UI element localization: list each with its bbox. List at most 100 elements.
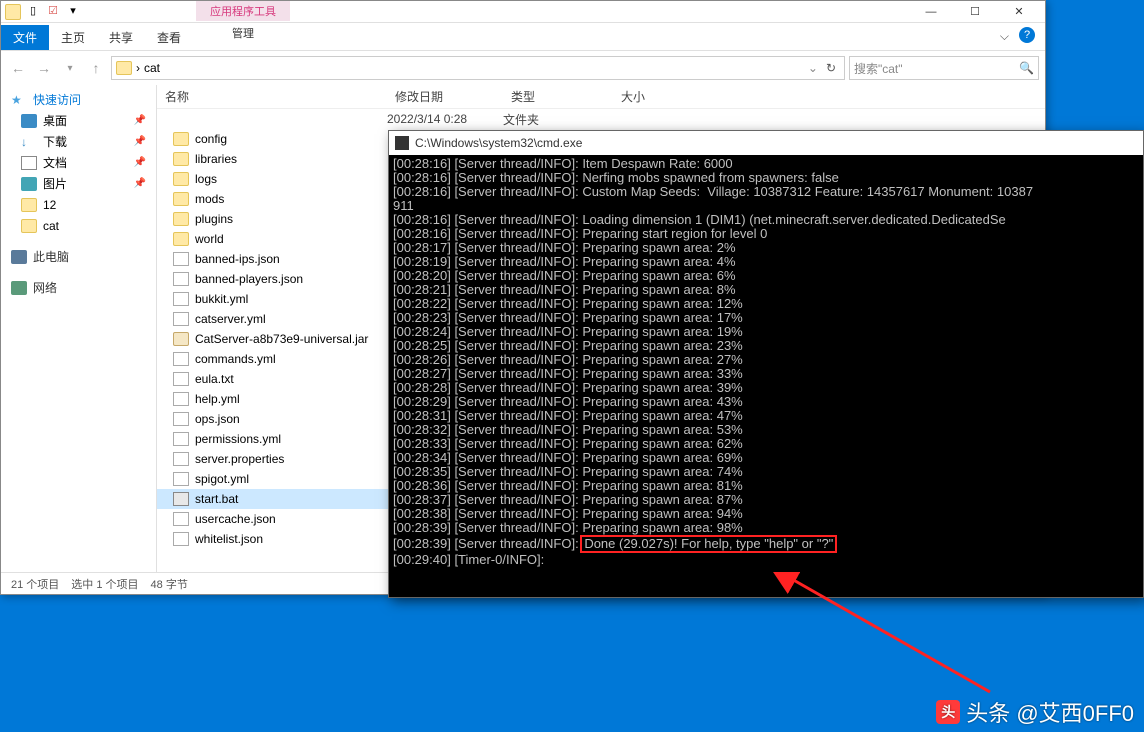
folder-icon (5, 4, 21, 20)
bat-icon (173, 492, 189, 506)
cmd-line: [00:28:16] [Server thread/INFO]: Loading… (393, 213, 1139, 227)
forward-button[interactable]: → (33, 57, 55, 79)
cmd-line: 911 (393, 199, 1139, 213)
file-name: libraries (195, 152, 237, 166)
ribbon-collapse-icon[interactable]: ⌵ (1000, 29, 1009, 44)
cmd-line: [00:28:27] [Server thread/INFO]: Prepari… (393, 367, 1139, 381)
jar-icon (173, 332, 189, 346)
cmd-line: [00:28:23] [Server thread/INFO]: Prepari… (393, 311, 1139, 325)
status-selection: 选中 1 个项目 (71, 576, 138, 592)
file-icon (173, 252, 189, 266)
recent-button[interactable]: ▾ (59, 57, 81, 79)
folder-icon (173, 152, 189, 166)
file-name: spigot.yml (195, 472, 249, 486)
folder-icon (173, 212, 189, 226)
cmd-line: [00:28:31] [Server thread/INFO]: Prepari… (393, 409, 1139, 423)
tab-view[interactable]: 查看 (145, 25, 193, 50)
star-icon: ★ (11, 93, 27, 107)
cmd-line: [00:28:29] [Server thread/INFO]: Prepari… (393, 395, 1139, 409)
folder-icon (21, 198, 37, 212)
col-size[interactable]: 大小 (613, 88, 683, 105)
txt-icon (173, 372, 189, 386)
cmd-titlebar[interactable]: C:\Windows\system32\cmd.exe (389, 131, 1143, 155)
qat-more[interactable]: ▾ (65, 4, 81, 20)
cmd-line-done: [00:28:39] [Server thread/INFO]: Done (2… (393, 535, 1139, 553)
file-name: eula.txt (195, 372, 234, 386)
folder-icon (173, 132, 189, 146)
back-button[interactable]: ← (7, 57, 29, 79)
address-folder[interactable]: cat (144, 61, 160, 75)
file-name: whitelist.json (195, 532, 263, 546)
desktop-icon (21, 114, 37, 128)
folder-icon (116, 61, 132, 75)
file-name: config (195, 132, 227, 146)
ribbon-tabs: 文件 主页 共享 查看 应用程序工具 管理 ⌵ ? (1, 23, 1045, 51)
address-sep: › (136, 61, 140, 75)
cmd-line: [00:28:26] [Server thread/INFO]: Prepari… (393, 353, 1139, 367)
tab-home[interactable]: 主页 (49, 25, 97, 50)
col-type[interactable]: 类型 (503, 88, 613, 105)
status-bytes: 48 字节 (151, 576, 188, 592)
folder-icon (21, 219, 37, 233)
cmd-line: [00:28:32] [Server thread/INFO]: Prepari… (393, 423, 1139, 437)
file-name: banned-players.json (195, 272, 303, 286)
search-icon[interactable]: 🔍 (1019, 61, 1034, 75)
download-icon: ↓ (21, 135, 37, 149)
file-icon (173, 392, 189, 406)
file-icon (173, 292, 189, 306)
cmd-line: [00:28:36] [Server thread/INFO]: Prepari… (393, 479, 1139, 493)
sidebar-quick-access[interactable]: ★快速访问 (1, 89, 156, 110)
help-icon[interactable]: ? (1019, 27, 1035, 43)
refresh-icon[interactable]: ↻ (822, 61, 840, 75)
file-name: catserver.yml (195, 312, 266, 326)
folder-icon (173, 232, 189, 246)
pin-icon: 📌 (134, 115, 146, 126)
cmd-line: [00:28:19] [Server thread/INFO]: Prepari… (393, 255, 1139, 269)
file-icon (173, 312, 189, 326)
col-name[interactable]: 名称 (157, 88, 387, 105)
sidebar-this-pc[interactable]: 此电脑 (1, 246, 156, 267)
status-count: 21 个项目 (11, 576, 59, 592)
cmd-line: [00:28:22] [Server thread/INFO]: Prepari… (393, 297, 1139, 311)
file-name: CatServer-a8b73e9-universal.jar (195, 332, 368, 346)
sidebar-desktop[interactable]: 桌面📌 (1, 110, 156, 131)
file-name: logs (195, 172, 217, 186)
cmd-line: [00:28:21] [Server thread/INFO]: Prepari… (393, 283, 1139, 297)
qat-icon[interactable]: ▯ (25, 4, 41, 20)
address-row: ← → ▾ ↑ › cat ⌄ ↻ 搜索"cat" 🔍 (1, 51, 1045, 85)
sidebar-documents[interactable]: 文档📌 (1, 152, 156, 173)
pictures-icon (21, 177, 37, 191)
close-button[interactable]: ✕ (997, 2, 1041, 22)
sidebar-network[interactable]: 网络 (1, 277, 156, 298)
watermark: 头 头条 @艾西0FF0 (936, 696, 1134, 728)
sidebar: ★快速访问 桌面📌 ↓下载📌 文档📌 图片📌 12 cat 此电脑 网络 (1, 85, 157, 572)
network-icon (11, 281, 27, 295)
explorer-titlebar[interactable]: ▯ ☑ ▾ cat — ☐ ✕ (1, 1, 1045, 23)
sidebar-downloads[interactable]: ↓下载📌 (1, 131, 156, 152)
address-dropdown-icon[interactable]: ⌄ (808, 61, 818, 75)
col-date[interactable]: 修改日期 (387, 88, 503, 105)
document-icon (21, 156, 37, 170)
sidebar-pictures[interactable]: 图片📌 (1, 173, 156, 194)
cmd-line: [00:28:16] [Server thread/INFO]: Nerfing… (393, 171, 1139, 185)
qat-check-icon[interactable]: ☑ (45, 4, 61, 20)
maximize-button[interactable]: ☐ (953, 2, 997, 22)
tab-file[interactable]: 文件 (1, 25, 49, 50)
minimize-button[interactable]: — (909, 2, 953, 22)
search-input[interactable]: 搜索"cat" 🔍 (849, 56, 1039, 80)
cmd-line: [00:28:20] [Server thread/INFO]: Prepari… (393, 269, 1139, 283)
contextual-tab-group: 应用程序工具 管理 (196, 1, 290, 45)
file-name: usercache.json (195, 512, 276, 526)
file-name: bukkit.yml (195, 292, 248, 306)
cmd-output[interactable]: [00:28:16] [Server thread/INFO]: Item De… (389, 155, 1143, 569)
up-button[interactable]: ↑ (85, 57, 107, 79)
sidebar-folder-cat[interactable]: cat (1, 215, 156, 236)
tab-manage[interactable]: 管理 (196, 21, 290, 45)
sidebar-folder-12[interactable]: 12 (1, 194, 156, 215)
folder-icon (173, 192, 189, 206)
cmd-window: C:\Windows\system32\cmd.exe [00:28:16] [… (388, 130, 1144, 598)
file-icon (173, 452, 189, 466)
address-bar[interactable]: › cat ⌄ ↻ (111, 56, 845, 80)
file-icon (173, 412, 189, 426)
tab-share[interactable]: 共享 (97, 25, 145, 50)
